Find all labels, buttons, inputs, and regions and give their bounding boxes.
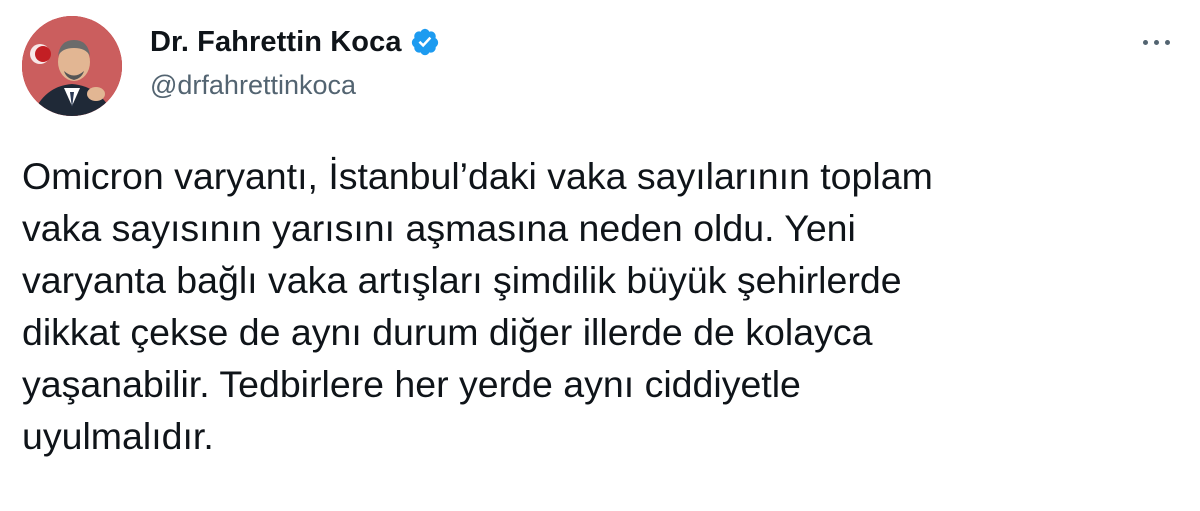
tweet-header: Dr. Fahrettin Koca @drfahrettinkoca xyxy=(150,24,440,101)
more-dot xyxy=(1164,39,1170,45)
more-options-icon[interactable] xyxy=(1134,24,1178,60)
tweet-text: Omicron varyantı, İstanbul’daki vaka say… xyxy=(22,150,1182,462)
author-display-name[interactable]: Dr. Fahrettin Koca xyxy=(150,26,402,59)
more-dot xyxy=(1142,39,1148,45)
tweet-text-line: vaka sayısının yarısını aşmasına neden o… xyxy=(22,207,856,249)
tweet-text-line: uyulmalıdır. xyxy=(22,415,214,457)
verified-badge-icon xyxy=(410,27,440,57)
tweet-text-line: dikkat çekse de aynı durum diğer illerde… xyxy=(22,311,873,353)
tweet-card: Dr. Fahrettin Koca @drfahrettinkoca Omic… xyxy=(0,0,1200,511)
author-name-row: Dr. Fahrettin Koca xyxy=(150,24,440,60)
tweet-text-line: yaşanabilir. Tedbirlere her yerde aynı c… xyxy=(22,363,801,405)
author-handle[interactable]: @drfahrettinkoca xyxy=(150,70,440,101)
avatar-image xyxy=(22,16,122,116)
more-dot xyxy=(1153,39,1159,45)
avatar[interactable] xyxy=(22,16,122,116)
tweet-text-line: varyanta bağlı vaka artışları şimdilik b… xyxy=(22,259,902,301)
tweet-text-line: Omicron varyantı, İstanbul’daki vaka say… xyxy=(22,155,933,197)
